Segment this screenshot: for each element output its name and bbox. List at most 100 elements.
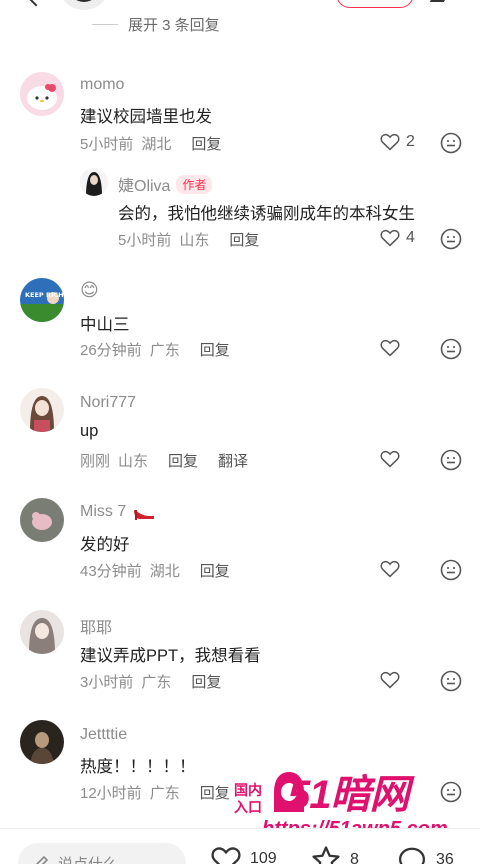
reply-button[interactable]: 回复 <box>168 450 198 471</box>
anime-avatar-icon <box>20 610 64 654</box>
like-button[interactable] <box>380 449 400 468</box>
keep-rich-avatar-icon: KEEP RICH <box>20 278 64 322</box>
author-avatar-icon <box>80 168 108 196</box>
author-avatar[interactable] <box>58 0 110 10</box>
like-button[interactable] <box>380 670 400 689</box>
expand-replies-link[interactable]: 展开 3 条回复 <box>92 14 220 35</box>
watermark-logo: 51暗网 <box>288 773 409 817</box>
post-like-count: 109 <box>250 850 277 864</box>
comment-username[interactable]: Jettttie <box>80 726 127 744</box>
like-button[interactable]: 2 <box>380 132 415 151</box>
comment-text: 会的，我怕他继续诱骗刚成年的本科女生 <box>118 205 415 223</box>
avatar[interactable]: KEEP RICH <box>20 278 64 322</box>
like-button[interactable] <box>380 338 400 357</box>
username-text: Miss 7 <box>80 503 127 520</box>
reply-button[interactable]: 回复 <box>191 671 221 692</box>
cat-photo-avatar-icon <box>20 498 64 542</box>
post-like-button[interactable]: 109 <box>210 845 277 864</box>
username-text: Nori777 <box>80 394 137 411</box>
back-arrow-icon[interactable] <box>27 0 45 7</box>
comment-text: 建议校园墙里也发 <box>80 108 212 126</box>
comment-time: 12小时前 <box>80 785 142 802</box>
comment-username[interactable]: momo <box>80 76 124 94</box>
comment-location: 山东 <box>118 453 149 470</box>
top-header-fragment <box>0 0 480 40</box>
emoji-react-icon[interactable] <box>440 338 462 360</box>
comment-text: up <box>80 422 99 440</box>
comment-meta: 3小时前 广东 回复 <box>80 671 221 692</box>
avatar[interactable] <box>20 610 64 654</box>
comment-count: 36 <box>436 851 454 864</box>
bottom-action-bar: 说点什么... 109 8 36 <box>0 828 480 864</box>
comment-text: 中山三 <box>80 316 130 334</box>
reply-button[interactable]: 回复 <box>229 229 259 250</box>
avatar[interactable] <box>20 388 64 432</box>
comment-button[interactable]: 36 <box>396 845 454 864</box>
heart-icon <box>380 339 400 357</box>
emoji-react-icon[interactable] <box>440 670 462 692</box>
dark-photo-avatar-icon <box>20 720 64 764</box>
high-heel-icon <box>134 510 155 520</box>
translate-button[interactable]: 翻译 <box>218 450 248 471</box>
reply-button[interactable]: 回复 <box>200 560 230 581</box>
avatar[interactable] <box>20 720 64 764</box>
comment-text: 发的好 <box>80 536 130 554</box>
watermark-cn-label: 国内 入口 <box>234 782 262 816</box>
comment-meta: 5小时前 山东 回复 <box>118 229 259 250</box>
comment-time: 3小时前 <box>80 674 134 691</box>
emoji-react-icon[interactable] <box>440 559 462 581</box>
expand-replies-label: 展开 3 条回复 <box>128 17 220 34</box>
watermark-cn-line2: 入口 <box>234 799 262 815</box>
comment-meta: 刚刚 山东 回复 翻译 <box>80 450 248 471</box>
share-icon[interactable] <box>429 0 449 2</box>
username-text: 😊 <box>80 280 99 300</box>
reply-button[interactable]: 回复 <box>200 339 230 360</box>
avatar[interactable] <box>20 72 64 116</box>
comment-location: 山东 <box>179 232 210 249</box>
comment-meta: 12小时前 广东 回复 <box>80 782 230 803</box>
emoji-react-icon[interactable] <box>440 228 462 250</box>
comment-username[interactable]: 耶耶 <box>80 614 112 638</box>
comment-input[interactable]: 说点什么... <box>18 843 186 864</box>
comment-username[interactable]: 婕Oliva 作者 <box>118 172 213 196</box>
watermark-cn-line1: 国内 <box>234 782 262 798</box>
comment-meta: 43分钟前 湖北 回复 <box>80 560 230 581</box>
username-text: momo <box>80 76 125 93</box>
emoji-react-icon[interactable] <box>440 449 462 471</box>
comment-time: 5小时前 <box>80 136 134 153</box>
author-badge: 作者 <box>176 174 213 194</box>
heart-icon <box>380 560 400 578</box>
username-text: Jettttie <box>80 726 128 743</box>
like-count: 2 <box>406 132 415 150</box>
girl-avatar-icon <box>20 388 64 432</box>
like-button[interactable] <box>380 559 400 578</box>
comment-text: 热度！！！！！ <box>80 758 196 776</box>
comment-location: 广东 <box>149 785 180 802</box>
collect-button[interactable]: 8 <box>310 845 359 864</box>
heart-icon <box>380 229 400 247</box>
heart-icon <box>211 847 241 864</box>
like-button[interactable]: 4 <box>380 228 415 247</box>
comment-username[interactable]: 😊 <box>80 280 99 301</box>
comment-time: 43分钟前 <box>80 563 142 580</box>
username-text: 耶耶 <box>80 620 113 637</box>
comment-text: 建议弄成PPT，我想看看 <box>80 647 261 665</box>
like-count: 4 <box>406 228 415 246</box>
heart-icon <box>380 671 400 689</box>
emoji-react-icon[interactable] <box>440 132 462 154</box>
comment-meta: 5小时前 湖北 回复 <box>80 133 221 154</box>
follow-button[interactable] <box>336 0 414 8</box>
avatar[interactable] <box>80 168 108 196</box>
comment-username[interactable]: Nori777 <box>80 394 136 412</box>
reply-button[interactable]: 回复 <box>191 133 221 154</box>
comment-username[interactable]: Miss 7 <box>80 502 156 522</box>
star-icon <box>312 846 340 864</box>
comment-location: 湖北 <box>149 563 180 580</box>
comment-meta: 26分钟前 广东 回复 <box>80 339 230 360</box>
avatar[interactable] <box>20 498 64 542</box>
collect-count: 8 <box>350 851 359 864</box>
comment-location: 广东 <box>149 342 180 359</box>
username-text: 婕Oliva <box>118 178 171 195</box>
comment-bubble-icon <box>398 847 426 864</box>
divider-line <box>92 24 118 25</box>
